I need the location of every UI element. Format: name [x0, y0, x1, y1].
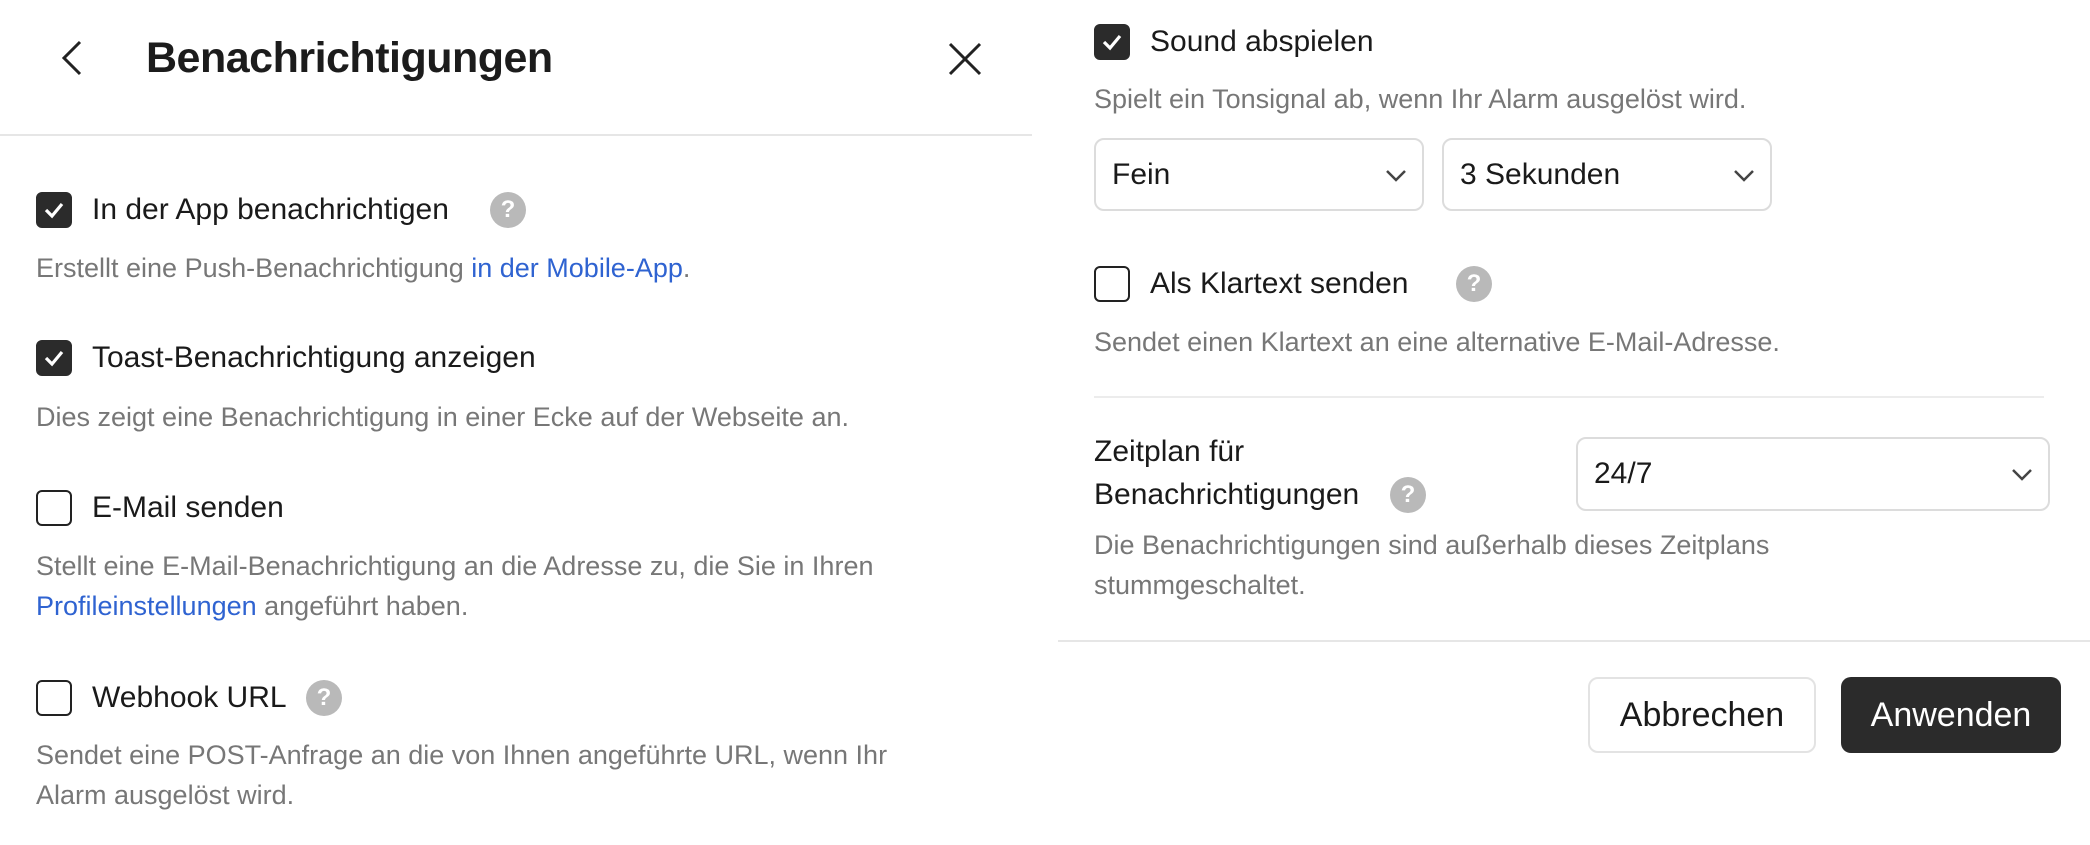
chevron-down-icon: [1386, 169, 1406, 182]
sound-checkbox[interactable]: [1094, 24, 1130, 60]
email-label[interactable]: E-Mail senden: [92, 493, 284, 523]
schedule-value: 24/7: [1594, 457, 1653, 490]
check-icon: [44, 202, 64, 219]
webhook-description-line2: Alarm ausgelöst wird.: [36, 780, 295, 810]
email-description-line1: Stellt eine E-Mail-Benachrichtigung an d…: [36, 551, 874, 581]
profile-settings-link[interactable]: Profileinstellungen: [36, 591, 257, 621]
sound-description: Spielt ein Tonsignal ab, wenn Ihr Alarm …: [1094, 84, 1747, 114]
check-icon: [44, 350, 64, 367]
email-checkbox[interactable]: [36, 490, 72, 526]
check-icon: [1102, 34, 1122, 51]
plaintext-checkbox[interactable]: [1094, 266, 1130, 302]
notifications-panel-left: Benachrichtigungen In der App benachrich…: [0, 0, 1032, 845]
mobile-app-link[interactable]: in der Mobile-App: [471, 253, 683, 283]
back-button[interactable]: [56, 38, 92, 78]
schedule-description-line2: stummgeschaltet.: [1094, 570, 1306, 600]
in-app-description: Erstellt eine Push-Benachrichtigung in d…: [36, 253, 691, 283]
in-app-checkbox[interactable]: [36, 192, 72, 228]
sound-type-select[interactable]: Fein: [1094, 138, 1424, 211]
webhook-help-icon[interactable]: ?: [306, 680, 342, 716]
sound-duration-select[interactable]: 3 Sekunden: [1442, 138, 1772, 211]
notifications-panel-right: Sound abspielen Spielt ein Tonsignal ab,…: [1058, 0, 2090, 845]
close-icon: [948, 42, 982, 76]
sound-label[interactable]: Sound abspielen: [1150, 27, 1374, 57]
header-divider: [0, 134, 1032, 136]
schedule-help-icon[interactable]: ?: [1390, 477, 1426, 513]
schedule-description-line1: Die Benachrichtigungen sind außerhalb di…: [1094, 530, 1770, 560]
schedule-label-line2: Benachrichtigungen: [1094, 478, 1360, 511]
schedule-label-line1: Zeitplan für: [1094, 435, 1245, 468]
cancel-button[interactable]: Abbrechen: [1588, 677, 1816, 753]
apply-button[interactable]: Anwenden: [1841, 677, 2061, 753]
close-button[interactable]: [947, 41, 983, 77]
webhook-checkbox[interactable]: [36, 680, 72, 716]
webhook-description-line1: Sendet eine POST-Anfrage an die von Ihne…: [36, 740, 888, 770]
plaintext-label[interactable]: Als Klartext senden: [1150, 269, 1408, 299]
footer-divider: [1058, 640, 2090, 642]
in-app-label[interactable]: In der App benachrichtigen: [92, 195, 449, 225]
email-description-line2: Profileinstellungen angeführt haben.: [36, 591, 469, 621]
chevron-down-icon: [2012, 469, 2032, 481]
schedule-select[interactable]: 24/7: [1576, 437, 2050, 511]
in-app-help-icon[interactable]: ?: [490, 192, 526, 228]
sound-type-value: Fein: [1112, 157, 1171, 191]
sound-duration-value: 3 Sekunden: [1460, 157, 1621, 191]
toast-description: Dies zeigt eine Benachrichtigung in eine…: [36, 402, 849, 432]
plaintext-help-icon[interactable]: ?: [1456, 266, 1492, 302]
plaintext-description: Sendet einen Klartext an eine alternativ…: [1094, 327, 1780, 357]
toast-checkbox[interactable]: [36, 340, 72, 376]
page-title: Benachrichtigungen: [146, 34, 553, 82]
chevron-left-icon: [61, 40, 82, 76]
toast-label[interactable]: Toast-Benachrichtigung anzeigen: [92, 343, 536, 373]
chevron-down-icon: [1734, 169, 1754, 182]
section-divider: [1094, 396, 2044, 398]
webhook-label[interactable]: Webhook URL: [92, 683, 287, 713]
